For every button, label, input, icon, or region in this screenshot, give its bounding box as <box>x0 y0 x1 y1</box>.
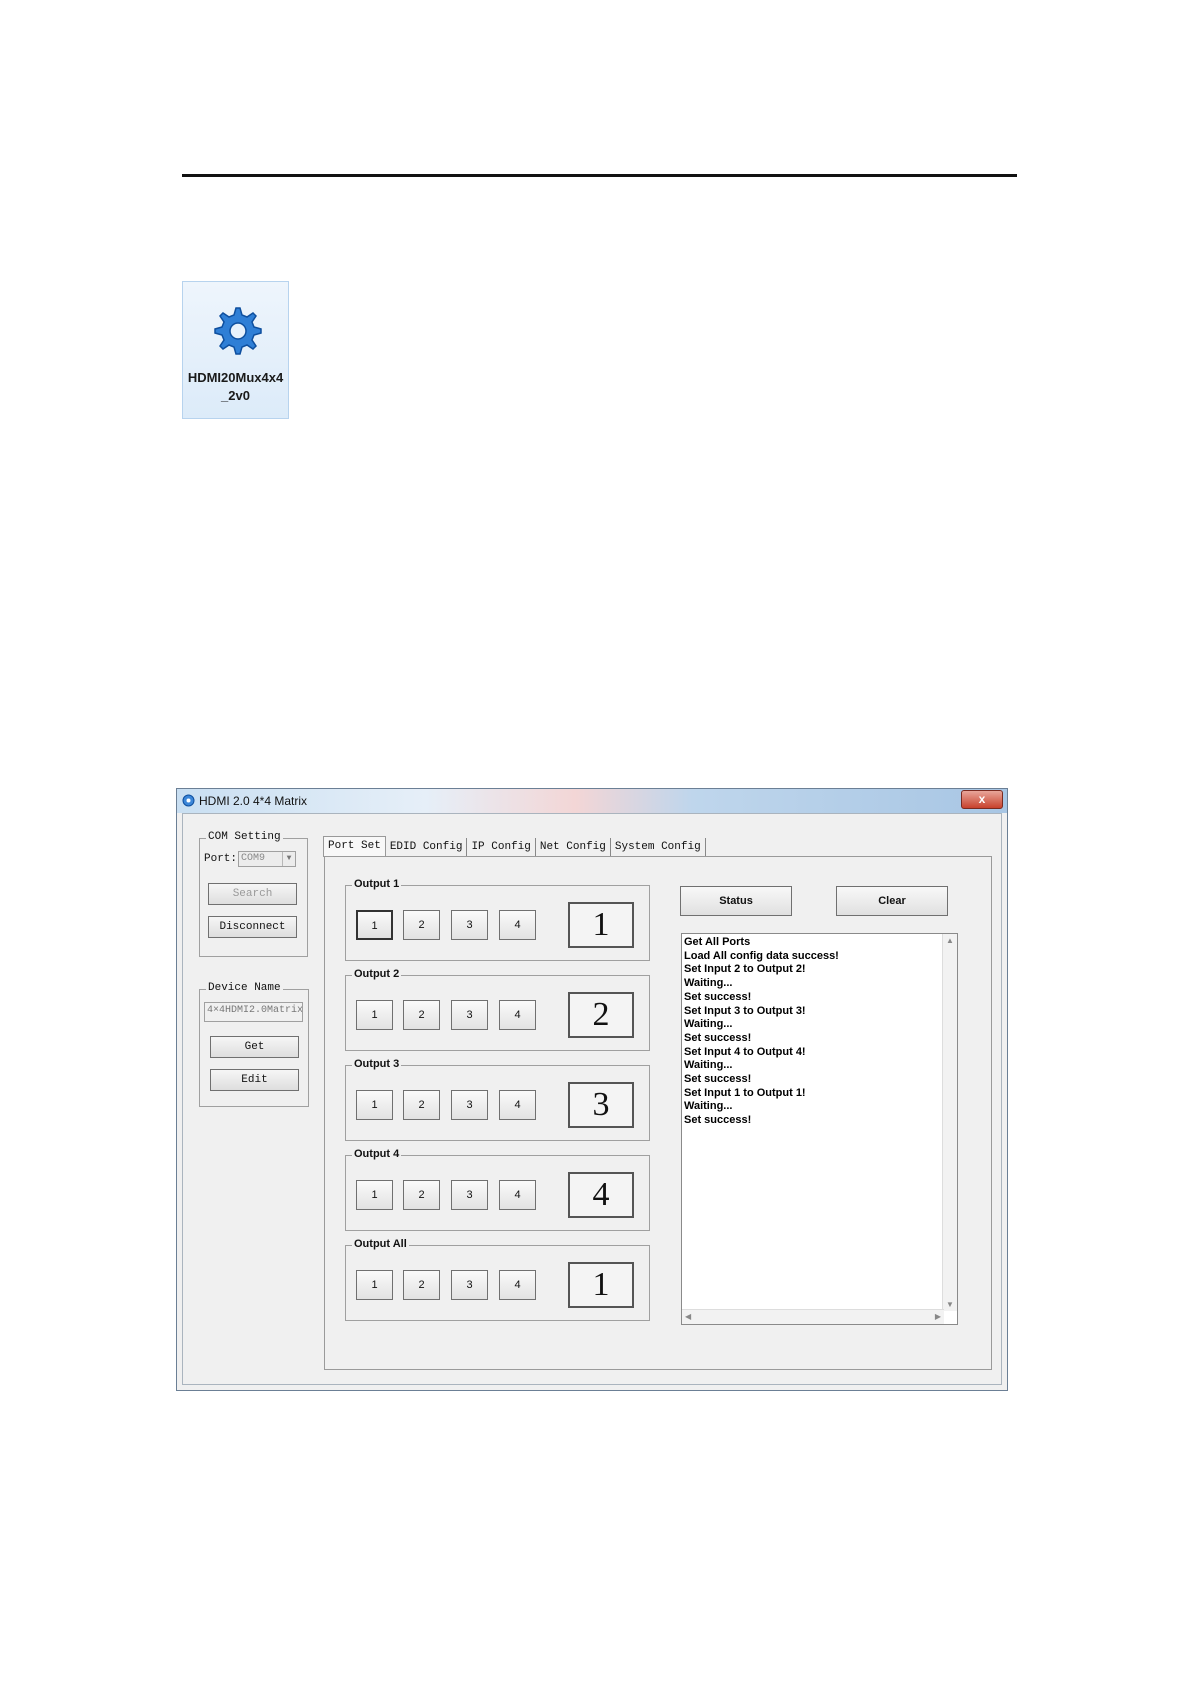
log-line: Set success! <box>684 1114 752 1127</box>
current-input-display: 1 <box>568 1262 634 1308</box>
log-line: Set success! <box>684 1031 752 1044</box>
output-title: Output 1 <box>352 878 402 890</box>
device-name-field[interactable]: 4×4HDMI2.0Matrix <box>204 1002 303 1022</box>
app-icon <box>182 794 195 812</box>
tab-system-config[interactable]: System Config <box>611 838 706 856</box>
input-4-button[interactable]: 4 <box>499 910 536 940</box>
tab-net-config[interactable]: Net Config <box>536 838 611 856</box>
input-4-button[interactable]: 4 <box>499 1180 536 1210</box>
status-button[interactable]: Status <box>680 886 792 916</box>
log-line: Set Input 4 to Output 4! <box>684 1045 806 1058</box>
output-title: Output 2 <box>352 968 402 980</box>
log-line: Waiting... <box>684 1100 733 1113</box>
window-client-area: COM Setting Port: COM9 ▼ Search Disconne… <box>182 813 1002 1385</box>
log-line: Waiting... <box>684 977 733 990</box>
log-lines: Get All Ports Load All config data succe… <box>684 936 839 1128</box>
scroll-up-icon[interactable]: ▲ <box>946 936 954 945</box>
log-line: Set success! <box>684 990 752 1003</box>
input-3-button[interactable]: 3 <box>451 1090 488 1120</box>
port-set-page: Output 1 1 2 3 4 1 Output 2 1 2 3 4 2 Ou… <box>324 856 992 1370</box>
close-button[interactable]: x <box>961 790 1003 809</box>
input-1-button[interactable]: 1 <box>356 1270 393 1300</box>
output-2-group: Output 2 1 2 3 4 2 <box>345 968 650 1051</box>
input-1-button[interactable]: 1 <box>356 1180 393 1210</box>
log-line: Set success! <box>684 1073 752 1086</box>
input-3-button[interactable]: 3 <box>451 1000 488 1030</box>
input-2-button[interactable]: 2 <box>403 1090 440 1120</box>
get-button[interactable]: Get <box>210 1036 299 1058</box>
device-name-group: Device Name 4×4HDMI2.0Matrix Get Edit <box>199 982 309 1107</box>
disconnect-button[interactable]: Disconnect <box>208 916 297 938</box>
output-title: Output 3 <box>352 1058 402 1070</box>
current-input-display: 2 <box>568 992 634 1038</box>
input-4-button[interactable]: 4 <box>499 1000 536 1030</box>
edit-button[interactable]: Edit <box>210 1069 299 1091</box>
port-select-value: COM9 <box>241 853 266 864</box>
input-1-button[interactable]: 1 <box>356 910 393 940</box>
tab-ip-config[interactable]: IP Config <box>467 838 536 856</box>
output-title: Output All <box>352 1238 409 1250</box>
scroll-right-icon[interactable]: ▶ <box>935 1312 941 1321</box>
window-title: HDMI 2.0 4*4 Matrix <box>199 794 308 808</box>
com-setting-title: COM Setting <box>206 831 283 843</box>
tab-strip: Port Set EDID Config IP Config Net Confi… <box>323 836 706 857</box>
scroll-down-icon[interactable]: ▼ <box>946 1300 954 1309</box>
input-2-button[interactable]: 2 <box>403 1000 440 1030</box>
input-3-button[interactable]: 3 <box>451 1270 488 1300</box>
log-line: Waiting... <box>684 1059 733 1072</box>
horizontal-rule <box>182 174 1017 177</box>
output-title: Output 4 <box>352 1148 402 1160</box>
tab-edid-config[interactable]: EDID Config <box>386 838 468 856</box>
app-window: HDMI 2.0 4*4 Matrix x COM Setting Port: … <box>176 788 1008 1391</box>
log-line: Set Input 3 to Output 3! <box>684 1004 806 1017</box>
scroll-left-icon[interactable]: ◀ <box>685 1312 691 1321</box>
input-4-button[interactable]: 4 <box>499 1270 536 1300</box>
com-setting-group: COM Setting Port: COM9 ▼ Search Disconne… <box>199 831 308 957</box>
input-1-button[interactable]: 1 <box>356 1090 393 1120</box>
current-input-display: 4 <box>568 1172 634 1218</box>
input-2-button[interactable]: 2 <box>403 1270 440 1300</box>
input-3-button[interactable]: 3 <box>451 1180 488 1210</box>
title-bar[interactable]: HDMI 2.0 4*4 Matrix x <box>177 789 1007 813</box>
search-button[interactable]: Search <box>208 883 297 905</box>
device-name-title: Device Name <box>206 982 283 994</box>
input-2-button[interactable]: 2 <box>403 910 440 940</box>
log-textarea[interactable]: Get All Ports Load All config data succe… <box>681 933 958 1325</box>
log-line: Set Input 1 to Output 1! <box>684 1086 806 1099</box>
input-2-button[interactable]: 2 <box>403 1180 440 1210</box>
current-input-display: 3 <box>568 1082 634 1128</box>
port-select[interactable]: COM9 ▼ <box>238 851 296 867</box>
log-line: Set Input 2 to Output 2! <box>684 963 806 976</box>
horizontal-scrollbar[interactable]: ◀ ▶ <box>682 1309 944 1324</box>
log-line: Load All config data success! <box>684 949 839 962</box>
input-1-button[interactable]: 1 <box>356 1000 393 1030</box>
port-label: Port: <box>204 853 238 865</box>
log-line: Waiting... <box>684 1018 733 1031</box>
tab-port-set[interactable]: Port Set <box>323 836 386 857</box>
shortcut-label: HDMI20Mux4x4 _2v0 <box>187 370 284 403</box>
desktop-shortcut[interactable]: HDMI20Mux4x4 _2v0 <box>182 281 289 419</box>
input-3-button[interactable]: 3 <box>451 910 488 940</box>
output-4-group: Output 4 1 2 3 4 4 <box>345 1148 650 1231</box>
vertical-scrollbar[interactable]: ▲ ▼ <box>942 934 957 1311</box>
chevron-down-icon: ▼ <box>282 852 295 866</box>
output-all-group: Output All 1 2 3 4 1 <box>345 1238 650 1321</box>
gear-icon <box>183 304 288 363</box>
log-line: Get All Ports <box>684 936 751 948</box>
input-4-button[interactable]: 4 <box>499 1090 536 1120</box>
output-3-group: Output 3 1 2 3 4 3 <box>345 1058 650 1141</box>
current-input-display: 1 <box>568 902 634 948</box>
clear-button[interactable]: Clear <box>836 886 948 916</box>
output-1-group: Output 1 1 2 3 4 1 <box>345 878 650 961</box>
